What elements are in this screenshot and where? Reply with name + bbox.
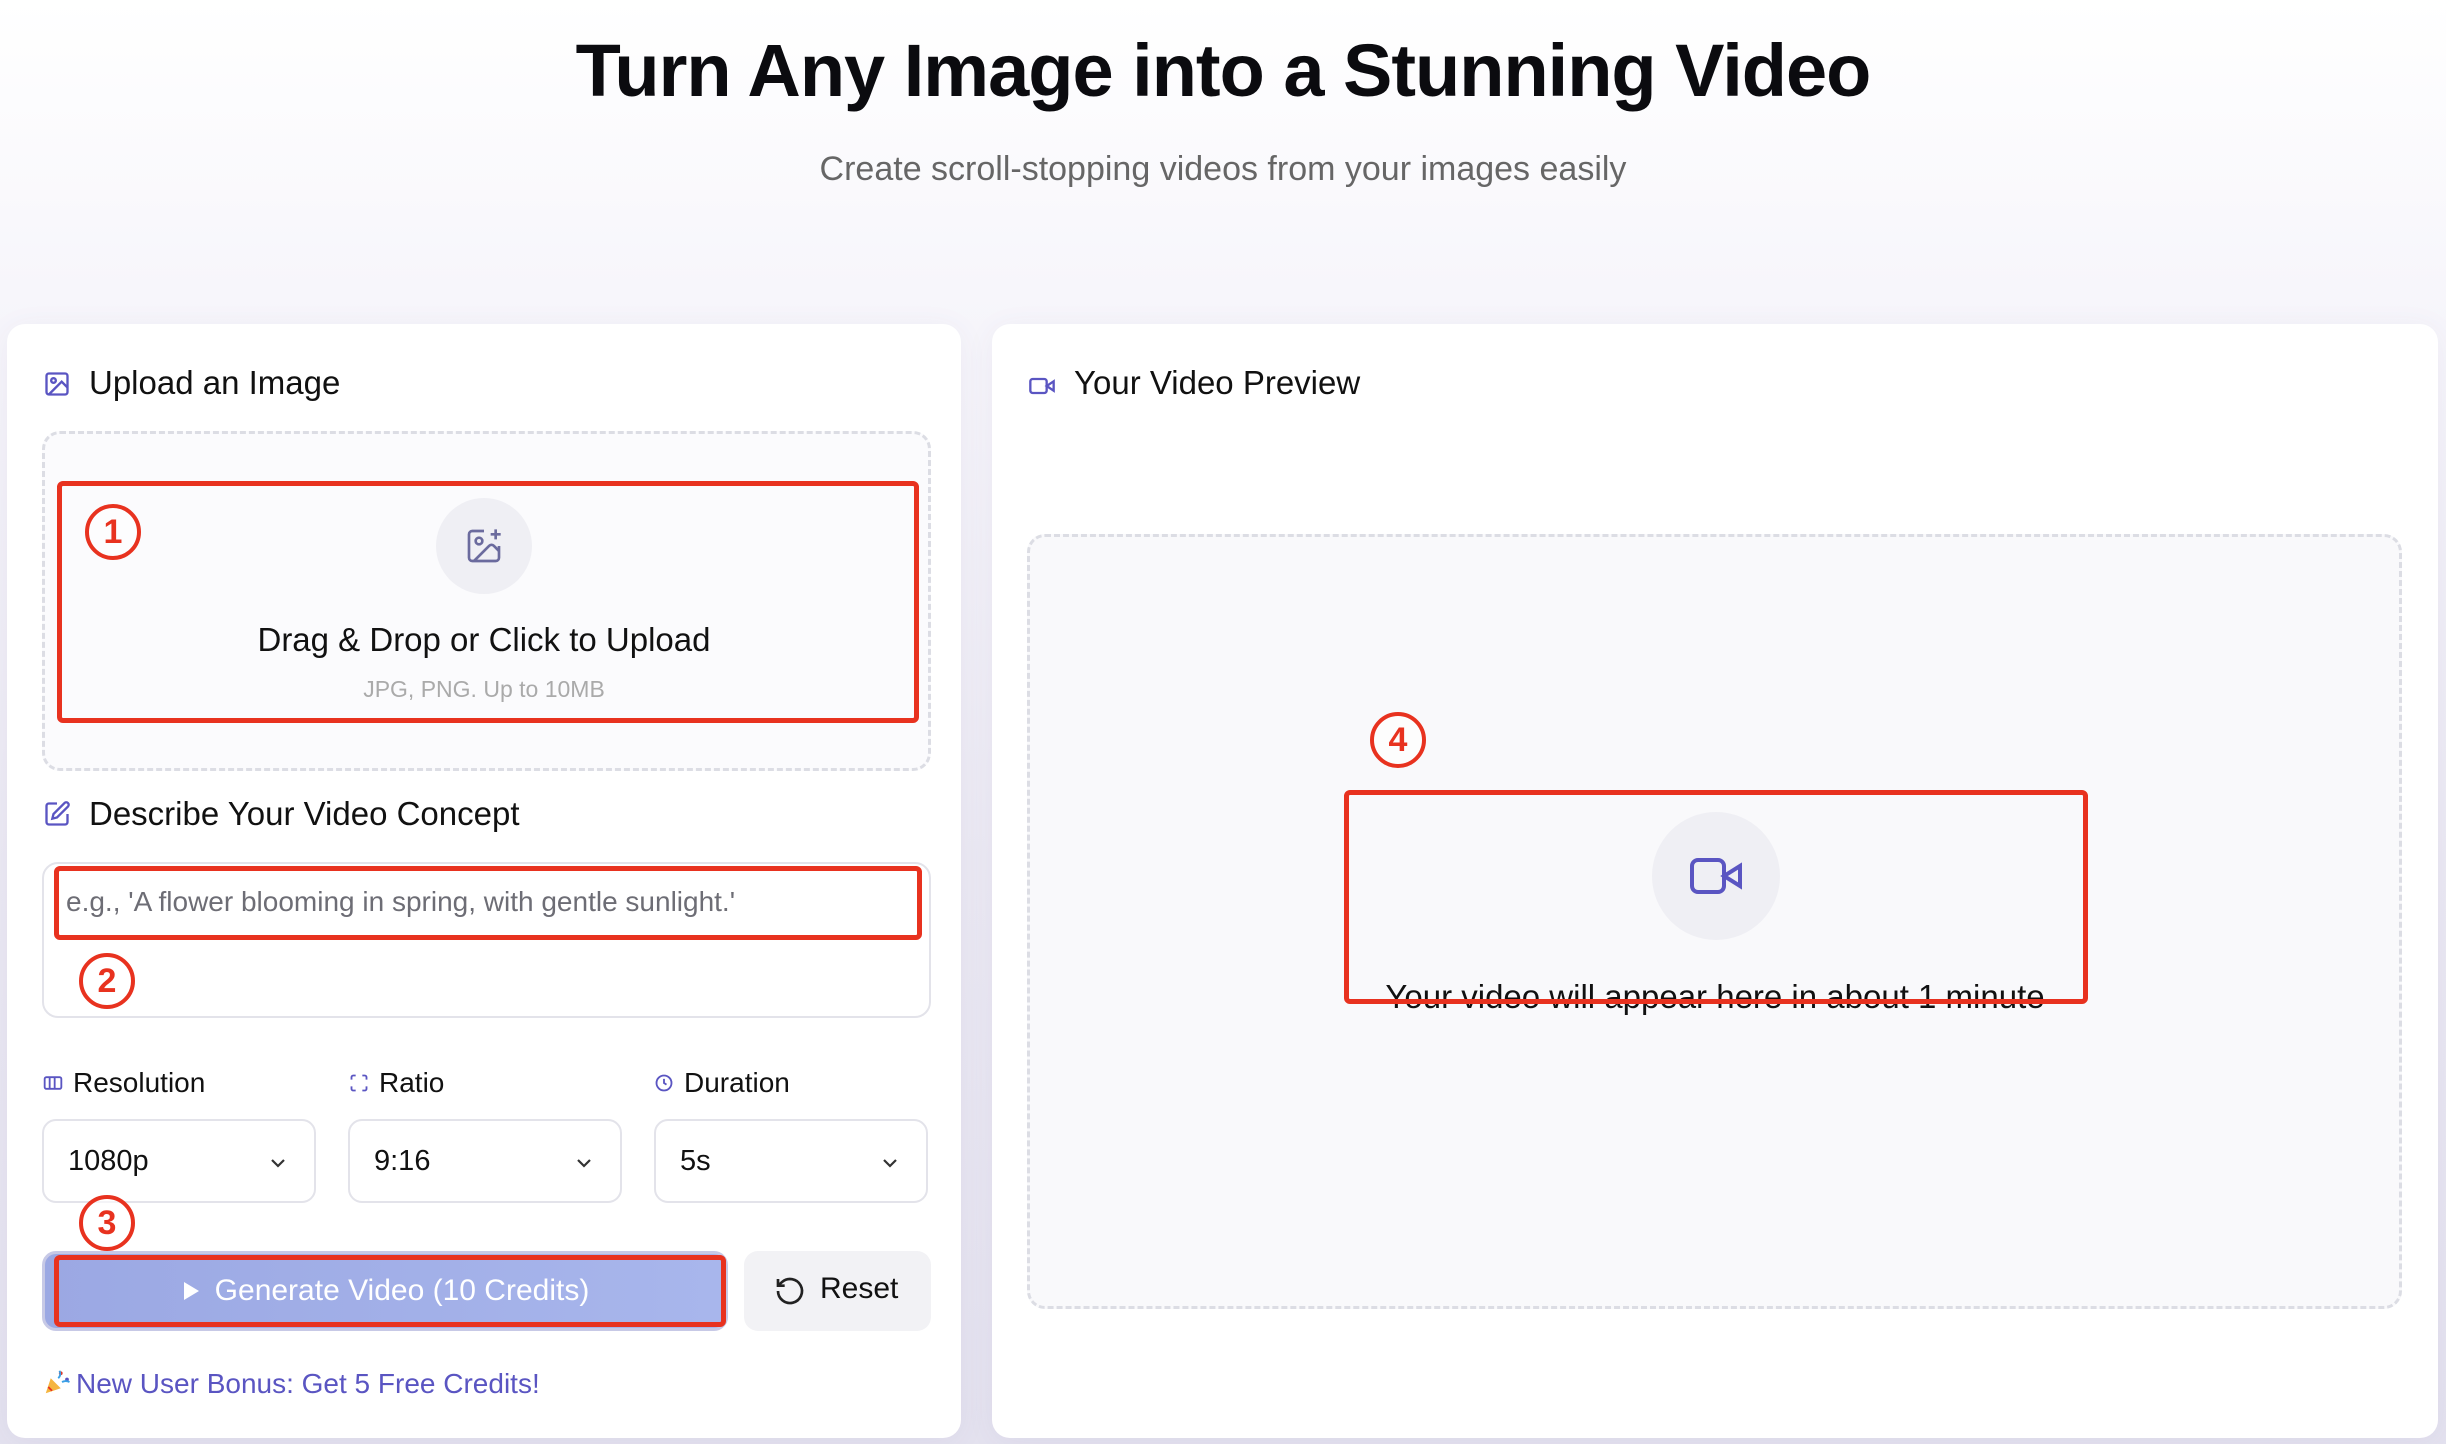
annotation-box-3 [54,1255,726,1327]
edit-icon [45,801,70,826]
annotation-number-2: 2 [79,953,135,1009]
resolution-select[interactable]: 1080p [42,1119,316,1203]
clock-icon [655,1074,673,1092]
rotate-ccw-icon [776,1277,804,1305]
page-subtitle: Create scroll-stopping videos from your … [819,150,1627,188]
annotation-number-4: 4 [1370,712,1426,768]
chevron-down-icon [577,1159,591,1168]
annotation-number-1: 1 [85,504,141,560]
concept-section-title: Describe Your Video Concept [89,795,520,832]
chevron-down-icon [883,1159,897,1168]
ratio-value: 9:16 [374,1145,431,1177]
preview-card: Your Video Preview Your video will appea… [992,324,2438,1438]
reset-button-label: Reset [820,1272,899,1305]
duration-value: 5s [680,1145,711,1177]
duration-label: Duration [684,1067,790,1098]
resolution-value: 1080p [68,1145,149,1177]
upload-section-title: Upload an Image [89,364,341,401]
annotation-box-2 [54,866,922,940]
columns-icon [43,1076,63,1090]
bonus-text: New User Bonus: Get 5 Free Credits! [76,1368,540,1399]
ratio-label: Ratio [379,1067,445,1098]
reset-button[interactable]: Reset [744,1251,931,1331]
video-icon [1029,377,1055,395]
annotation-box-4 [1344,790,2088,1004]
duration-select[interactable]: 5s [654,1119,928,1203]
annotation-number-3: 3 [79,1195,135,1251]
upload-card: Upload an Image Drag & Drop or Click to … [7,324,961,1438]
new-user-bonus-link[interactable]: New User Bonus: Get 5 Free Credits! [42,1367,540,1400]
preview-section-title: Your Video Preview [1074,364,1361,401]
page-title: Turn Any Image into a Stunning Video [575,29,1872,112]
chevron-down-icon [271,1159,285,1168]
crop-frame-icon [350,1074,368,1092]
resolution-label: Resolution [73,1067,206,1098]
annotation-box-1 [57,481,919,723]
image-icon [45,372,69,396]
ratio-select[interactable]: 9:16 [348,1119,622,1203]
party-popper-icon [45,1370,70,1394]
